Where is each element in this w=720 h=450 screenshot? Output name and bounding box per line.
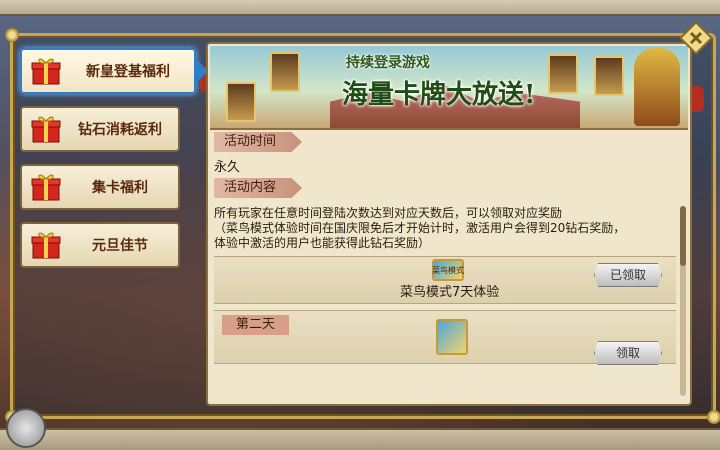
tab-label: 集卡福利 — [92, 180, 148, 196]
tab-new-emperor-welfare[interactable]: 新皇登基福利 — [20, 48, 208, 94]
gift-icon — [30, 171, 62, 203]
reward-row: 菜鸟模式 菜鸟模式7天体验 已领取 — [214, 256, 676, 304]
scrollbar[interactable] — [680, 206, 686, 396]
card-portrait — [594, 56, 624, 96]
tab-label: 新皇登基福利 — [86, 64, 170, 80]
card-portrait — [548, 54, 578, 94]
item-caption: 菜鸟模式 — [432, 266, 464, 275]
activity-content-label: 活动内容 — [214, 178, 303, 198]
card-portrait — [270, 52, 300, 92]
gift-icon — [30, 113, 62, 145]
activity-description: 所有玩家在任意时间登陆次数达到对应天数后，可以领取对应奖励 （菜鸟模式体验时间在… — [214, 206, 674, 251]
frame-corner-ornament — [5, 28, 19, 42]
tab-new-year-festival[interactable]: 元旦佳节 — [20, 222, 180, 268]
close-icon[interactable] — [679, 21, 713, 55]
tab-label: 钻石消耗返利 — [78, 122, 162, 138]
description-line: （菜鸟模式体验时间在国庆限免后才开始计时，激活用户会得到20钻石奖励， — [214, 221, 626, 235]
reward-row: 第二天 领取 — [214, 310, 676, 365]
top-border — [0, 0, 720, 16]
reward-label: 菜鸟模式7天体验 — [400, 285, 500, 300]
day-label: 第二天 — [222, 315, 290, 335]
banner-subtitle: 持续登录游戏 — [346, 55, 430, 71]
bottom-border — [0, 428, 720, 450]
tab-diamond-rebate[interactable]: 钻石消耗返利 — [20, 106, 180, 152]
activity-time-value: 永久 — [214, 160, 241, 175]
description-line: 体验中激活的用户也能获得此钻石奖励） — [214, 236, 431, 250]
tab-card-collection[interactable]: 集卡福利 — [20, 164, 180, 210]
scrollbar-thumb[interactable] — [680, 206, 686, 266]
frame-corner-ornament — [707, 410, 720, 424]
promo-banner: 持续登录游戏 海量卡牌大放送! — [210, 46, 688, 130]
claim-button[interactable]: 领取 — [594, 341, 662, 365]
claimed-button[interactable]: 已领取 — [594, 263, 662, 287]
card-portrait — [226, 82, 256, 122]
description-line: 所有玩家在任意时间登陆次数达到对应天数后，可以领取对应奖励 — [214, 206, 563, 220]
card-item-icon — [436, 319, 468, 355]
activity-panel: 持续登录游戏 海量卡牌大放送! 活动时间 永久 活动内容 所有玩家在任意时间登陆… — [206, 42, 692, 406]
lantern-decoration — [690, 86, 704, 112]
banner-title: 海量卡牌大放送! — [342, 80, 536, 110]
gift-icon — [30, 229, 62, 261]
tab-label: 元旦佳节 — [92, 238, 148, 254]
joystick-icon[interactable] — [6, 408, 46, 448]
gift-icon — [30, 55, 62, 87]
emperor-figure — [634, 48, 680, 126]
activity-time-label: 活动时间 — [214, 132, 303, 152]
